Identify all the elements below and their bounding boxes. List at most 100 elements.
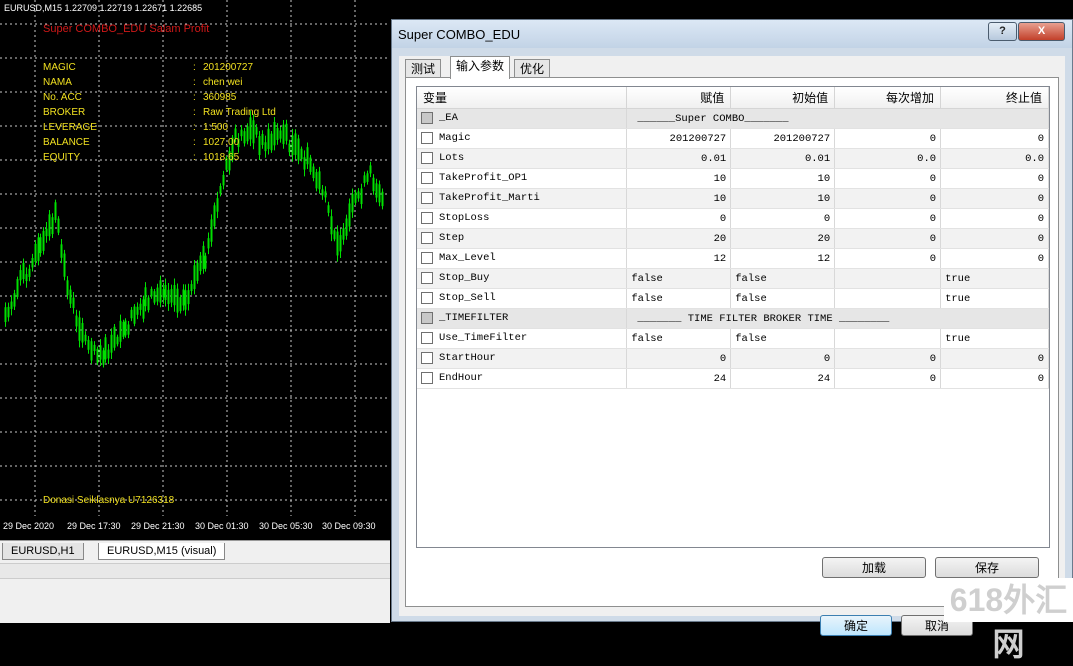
optimize-checkbox[interactable] bbox=[421, 132, 433, 145]
cell-start[interactable]: 10 bbox=[730, 188, 836, 209]
cell-value[interactable]: 201200727 bbox=[626, 128, 732, 149]
cell-step[interactable] bbox=[834, 268, 942, 289]
cell-step[interactable]: 0 bbox=[834, 248, 942, 269]
cell-stop[interactable]: 0 bbox=[940, 168, 1049, 189]
cell-step[interactable] bbox=[834, 328, 942, 349]
cell-value[interactable]: 24 bbox=[626, 368, 732, 389]
optimize-checkbox[interactable] bbox=[421, 312, 433, 325]
cell-value[interactable]: 20 bbox=[626, 228, 732, 249]
cell-variable[interactable]: Stop_Buy bbox=[417, 268, 628, 289]
cell-step[interactable]: 0 bbox=[834, 368, 942, 389]
optimize-checkbox[interactable] bbox=[421, 172, 433, 185]
cell-start[interactable]: 0 bbox=[730, 208, 836, 229]
cell-value[interactable]: false bbox=[626, 268, 732, 289]
cell-variable[interactable]: EndHour bbox=[417, 368, 628, 389]
chart-tab-eurusd-h1[interactable]: EURUSD,H1 bbox=[2, 543, 84, 560]
tab-optimization[interactable]: 优化 bbox=[514, 59, 551, 78]
optimize-checkbox[interactable] bbox=[421, 352, 433, 365]
cell-step[interactable] bbox=[834, 288, 942, 309]
cell-stop[interactable]: 0 bbox=[940, 208, 1049, 229]
chart-horizontal-scrollbar[interactable] bbox=[0, 563, 390, 579]
optimize-checkbox[interactable] bbox=[421, 272, 433, 285]
table-row[interactable]: Max_Level 12 12 0 0 bbox=[417, 248, 1049, 269]
cell-start[interactable]: 10 bbox=[730, 168, 836, 189]
tab-testing[interactable]: 测试 bbox=[405, 59, 442, 78]
cell-stop[interactable]: 0 bbox=[940, 248, 1049, 269]
load-button[interactable]: 加载 bbox=[822, 557, 926, 578]
optimize-checkbox[interactable] bbox=[421, 212, 433, 225]
cell-start[interactable]: 0.01 bbox=[730, 148, 836, 169]
optimize-checkbox[interactable] bbox=[421, 252, 433, 265]
cell-variable[interactable]: Max_Level bbox=[417, 248, 628, 269]
cell-value[interactable]: 12 bbox=[626, 248, 732, 269]
cell-step[interactable]: 0.0 bbox=[834, 148, 942, 169]
optimize-checkbox[interactable] bbox=[421, 332, 433, 345]
table-row[interactable]: TakeProfit_OP1 10 10 0 0 bbox=[417, 168, 1049, 189]
column-header-value[interactable]: 赋值 bbox=[626, 87, 732, 109]
table-row[interactable]: StopLoss 0 0 0 0 bbox=[417, 208, 1049, 229]
cell-start[interactable]: false bbox=[730, 328, 836, 349]
cell-variable[interactable]: Magic bbox=[417, 128, 628, 149]
cell-step[interactable]: 0 bbox=[834, 188, 942, 209]
cell-value[interactable]: false bbox=[626, 328, 732, 349]
cell-variable[interactable]: TakeProfit_Marti bbox=[417, 188, 628, 209]
table-row[interactable]: Magic 201200727 201200727 0 0 bbox=[417, 128, 1049, 149]
optimize-checkbox[interactable] bbox=[421, 112, 433, 125]
price-chart[interactable]: EURUSD,M15 1.22709 1.22719 1.22671 1.226… bbox=[0, 0, 390, 540]
table-row[interactable]: TakeProfit_Marti 10 10 0 0 bbox=[417, 188, 1049, 209]
cell-stop[interactable]: 0 bbox=[940, 368, 1049, 389]
cell-step[interactable]: 0 bbox=[834, 228, 942, 249]
table-row[interactable]: Use_TimeFilter false false true bbox=[417, 328, 1049, 349]
column-header-variable[interactable]: 变量 bbox=[417, 87, 628, 109]
ok-button[interactable]: 确定 bbox=[820, 615, 892, 636]
cell-start[interactable]: 0 bbox=[730, 348, 836, 369]
dialog-titlebar[interactable]: Super COMBO_EDU ? X bbox=[392, 20, 1072, 48]
cell-value[interactable]: 10 bbox=[626, 168, 732, 189]
column-header-step[interactable]: 每次增加 bbox=[834, 87, 942, 109]
cell-variable[interactable]: Stop_Sell bbox=[417, 288, 628, 309]
optimize-checkbox[interactable] bbox=[421, 152, 433, 165]
help-button[interactable]: ? bbox=[988, 22, 1017, 41]
cell-variable[interactable]: Step bbox=[417, 228, 628, 249]
cell-variable[interactable]: _EA bbox=[417, 108, 628, 129]
table-row[interactable]: Stop_Sell false false true bbox=[417, 288, 1049, 309]
table-row[interactable]: Step 20 20 0 0 bbox=[417, 228, 1049, 249]
cell-variable[interactable]: _TIMEFILTER bbox=[417, 308, 628, 329]
save-button[interactable]: 保存 bbox=[935, 557, 1039, 578]
cell-stop[interactable]: 0.0 bbox=[940, 148, 1049, 169]
cell-stop[interactable]: 0 bbox=[940, 228, 1049, 249]
optimize-checkbox[interactable] bbox=[421, 192, 433, 205]
column-header-stop[interactable]: 终止值 bbox=[940, 87, 1049, 109]
table-row[interactable]: Lots 0.01 0.01 0.0 0.0 bbox=[417, 148, 1049, 169]
cell-variable[interactable]: TakeProfit_OP1 bbox=[417, 168, 628, 189]
close-button[interactable]: X bbox=[1018, 22, 1065, 41]
table-row[interactable]: StartHour 0 0 0 0 bbox=[417, 348, 1049, 369]
cell-stop[interactable]: 0 bbox=[940, 188, 1049, 209]
cell-stop[interactable]: true bbox=[940, 268, 1049, 289]
cell-step[interactable]: 0 bbox=[834, 348, 942, 369]
table-row[interactable]: _EA ______Super COMBO_______ bbox=[417, 108, 1049, 129]
column-header-start[interactable]: 初始值 bbox=[730, 87, 836, 109]
cell-variable[interactable]: StartHour bbox=[417, 348, 628, 369]
cell-step[interactable]: 0 bbox=[834, 168, 942, 189]
cell-start[interactable]: 12 bbox=[730, 248, 836, 269]
cell-start[interactable]: false bbox=[730, 268, 836, 289]
cell-step[interactable]: 0 bbox=[834, 208, 942, 229]
cell-start[interactable]: 24 bbox=[730, 368, 836, 389]
table-row[interactable]: Stop_Buy false false true bbox=[417, 268, 1049, 289]
cell-start[interactable]: 20 bbox=[730, 228, 836, 249]
optimize-checkbox[interactable] bbox=[421, 292, 433, 305]
cell-variable[interactable]: StopLoss bbox=[417, 208, 628, 229]
cell-value[interactable]: 0.01 bbox=[626, 148, 732, 169]
cell-value[interactable]: 10 bbox=[626, 188, 732, 209]
cell-start[interactable]: false bbox=[730, 288, 836, 309]
cell-variable[interactable]: Lots bbox=[417, 148, 628, 169]
cell-value[interactable]: 0 bbox=[626, 208, 732, 229]
table-row[interactable]: EndHour 24 24 0 0 bbox=[417, 368, 1049, 389]
cell-stop[interactable]: 0 bbox=[940, 348, 1049, 369]
cell-value[interactable]: false bbox=[626, 288, 732, 309]
cell-stop[interactable]: true bbox=[940, 288, 1049, 309]
table-row[interactable]: _TIMEFILTER _______ TIME FILTER BROKER TI… bbox=[417, 308, 1049, 329]
optimize-checkbox[interactable] bbox=[421, 372, 433, 385]
optimize-checkbox[interactable] bbox=[421, 232, 433, 245]
